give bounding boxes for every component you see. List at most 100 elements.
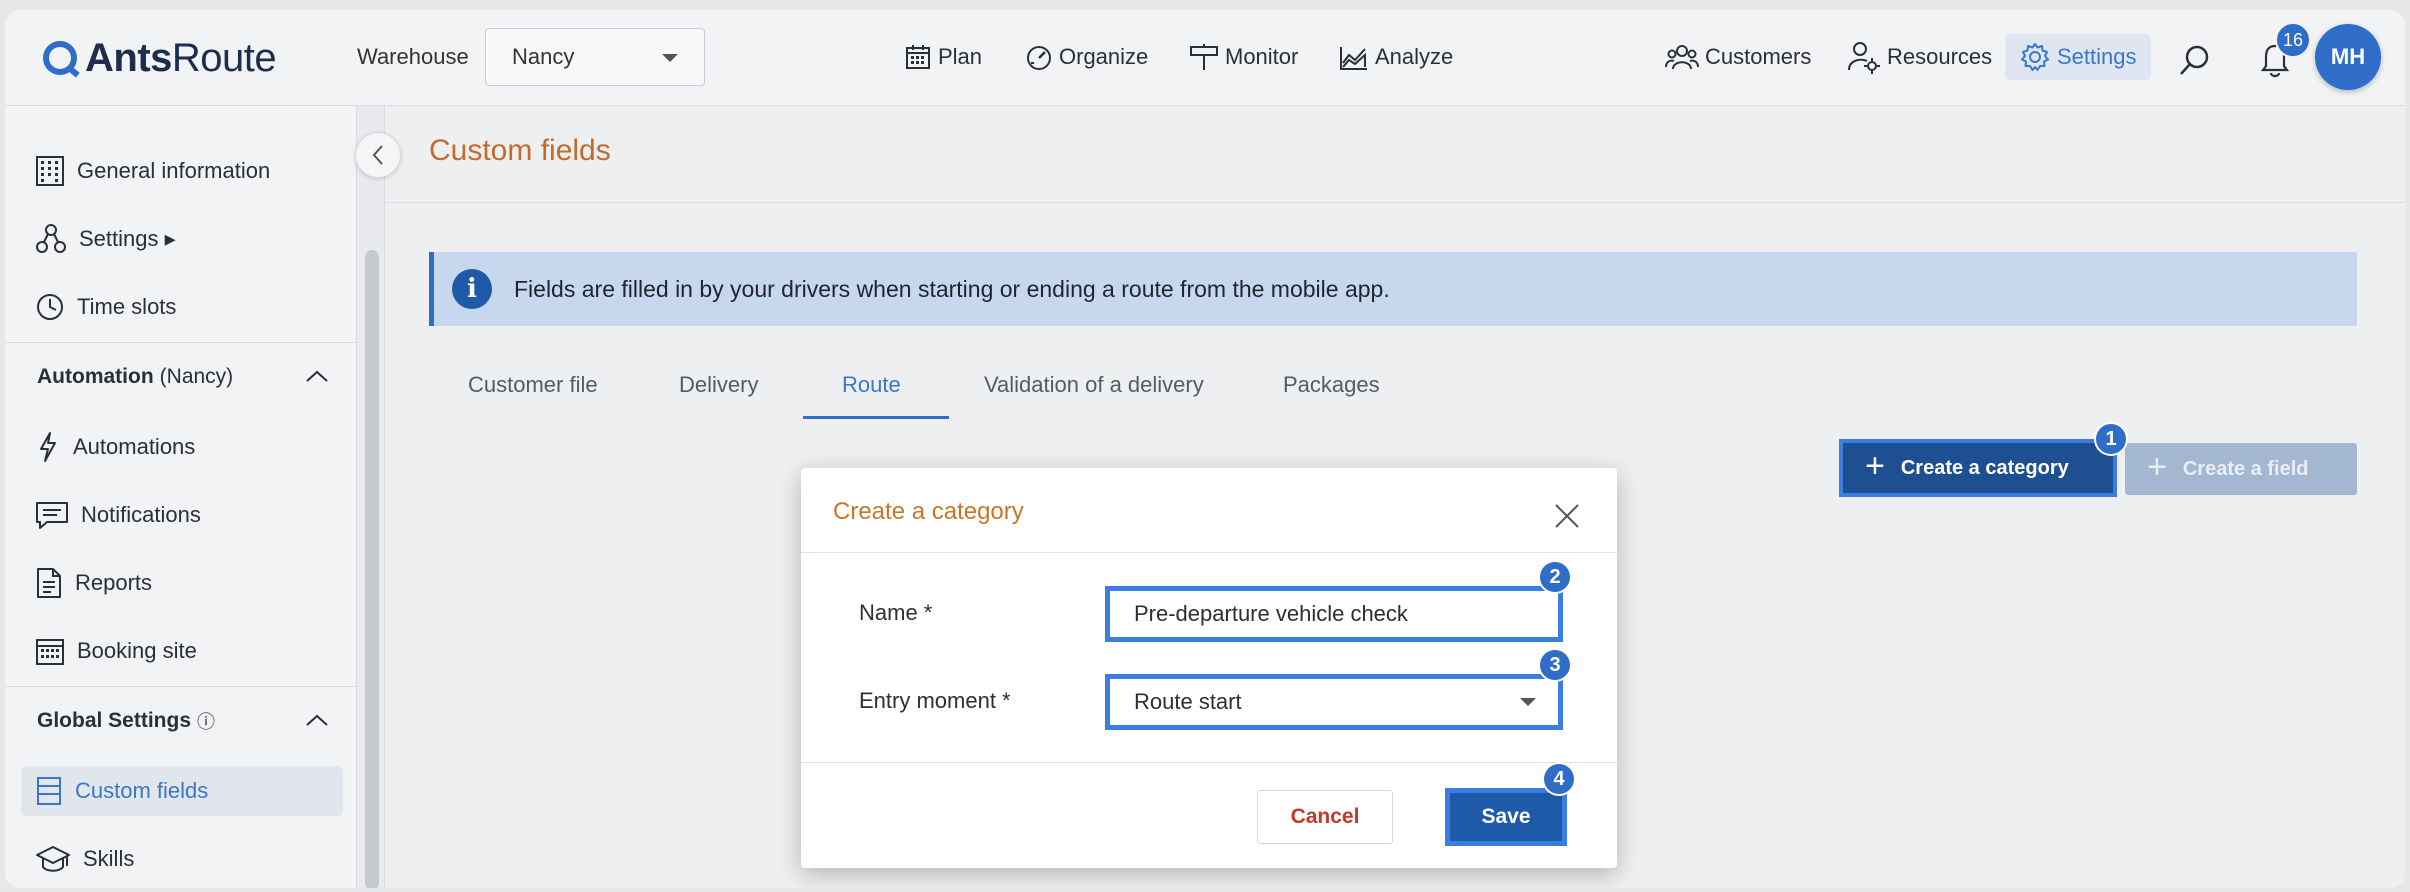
nav-resources[interactable]: Resources	[1847, 34, 1992, 80]
graduation-cap-icon	[36, 846, 70, 872]
sidebar-item-notifications[interactable]: Notifications	[35, 490, 201, 540]
notification-count-badge: 16	[2275, 22, 2311, 58]
message-icon	[36, 502, 68, 529]
step-badge-4: 4	[1542, 762, 1576, 796]
sidebar-item-automations[interactable]: Automations	[35, 422, 195, 472]
cancel-button[interactable]: Cancel	[1257, 790, 1393, 844]
tab-route[interactable]: Route	[842, 372, 901, 398]
entry-moment-value: Route start	[1134, 689, 1242, 714]
nav-organize[interactable]: Organize	[1025, 34, 1148, 80]
warehouse-select[interactable]: Nancy	[485, 28, 705, 86]
signpost-icon	[1190, 44, 1218, 70]
sidebar-item-settings[interactable]: Settings ▸	[35, 214, 176, 264]
plus-icon: +	[2147, 448, 2167, 486]
top-bar: AntsRoute Warehouse Nancy Plan Organize …	[5, 10, 2405, 106]
antsroute-logo[interactable]: AntsRoute	[43, 35, 277, 80]
active-tab-indicator	[803, 416, 949, 419]
nav-monitor-label: Monitor	[1225, 44, 1299, 69]
dialog-title: Create a category	[833, 498, 1024, 525]
sidebar-item-label: Time slots	[77, 294, 177, 319]
close-button[interactable]	[1553, 502, 1581, 535]
app-window: AntsRoute Warehouse Nancy Plan Organize …	[5, 10, 2405, 888]
document-icon	[37, 568, 61, 598]
entry-moment-label: Entry moment *	[859, 688, 1011, 713]
building-icon	[36, 156, 64, 186]
chevron-down-icon	[662, 54, 678, 62]
tab-delivery[interactable]: Delivery	[679, 372, 758, 398]
collapse-sidebar-button[interactable]	[355, 132, 401, 178]
name-input[interactable]: Pre-departure vehicle check	[1105, 586, 1563, 642]
sidebar-item-reports[interactable]: Reports	[35, 558, 152, 608]
divider	[801, 762, 1617, 763]
nav-plan-label: Plan	[938, 44, 983, 69]
gauge-icon	[1027, 46, 1051, 70]
logo-mark-icon	[43, 41, 77, 75]
scrollbar-thumb[interactable]	[365, 250, 379, 888]
name-label: Name *	[859, 600, 933, 625]
divider	[385, 202, 2405, 203]
plus-icon: +	[1865, 447, 1885, 485]
chevron-down-icon	[1520, 698, 1536, 706]
create-field-label: Create a field	[2182, 457, 2309, 480]
sidebar-scrollbar[interactable]	[357, 106, 385, 888]
tab-validation-of-a-delivery[interactable]: Validation of a delivery	[984, 372, 1204, 398]
nav-customers-label: Customers	[1705, 44, 1812, 69]
info-banner: i Fields are filled in by your drivers w…	[429, 252, 2357, 326]
create-category-label: Create a category	[1900, 456, 2069, 479]
calendar-icon	[906, 45, 930, 69]
gear-icon	[2021, 43, 2049, 71]
chevron-left-icon	[372, 145, 383, 165]
close-icon	[1555, 504, 1579, 528]
sidebar-item-skills[interactable]: Skills	[35, 834, 134, 884]
divider	[801, 552, 1617, 553]
chevron-up-icon	[306, 370, 328, 382]
list-icon	[37, 777, 61, 805]
tab-customer-file[interactable]: Customer file	[468, 372, 598, 398]
nav-customers[interactable]: Customers	[1665, 34, 1811, 80]
sidebar-item-label: General information	[77, 158, 271, 183]
page-title: Custom fields	[429, 134, 611, 167]
logo-text-light: Route	[171, 35, 277, 80]
nav-plan[interactable]: Plan	[904, 34, 982, 80]
nav-analyze-label: Analyze	[1375, 44, 1454, 69]
sidebar: General information Settings ▸ Time slot…	[5, 106, 357, 888]
nav-settings-label: Settings	[2057, 44, 2137, 69]
sidebar-item-custom-fields[interactable]: Custom fields	[21, 766, 343, 816]
tab-packages[interactable]: Packages	[1283, 372, 1380, 398]
create-category-button[interactable]: + Create a category	[1839, 439, 2117, 497]
section-suffix: (Nancy)	[159, 364, 234, 388]
sidebar-item-general-information[interactable]: General information	[35, 146, 270, 196]
bolt-icon	[40, 432, 56, 462]
sidebar-item-booking-site[interactable]: Booking site	[35, 626, 197, 676]
entry-moment-select[interactable]: Route start	[1105, 674, 1563, 730]
sidebar-item-label: Settings ▸	[79, 226, 176, 251]
logo-text-bold: Ants	[85, 35, 172, 80]
sidebar-item-label: Reports	[75, 570, 153, 595]
calendar-grid-icon	[36, 639, 64, 665]
create-field-button[interactable]: + Create a field	[2125, 443, 2357, 495]
sidebar-item-label: Skills	[83, 846, 135, 871]
search-button[interactable]	[2177, 42, 2213, 78]
create-category-dialog: Create a category Name * Pre-departure v…	[801, 468, 1617, 868]
search-icon	[2180, 45, 2209, 75]
user-gear-icon	[1848, 42, 1880, 74]
sidebar-section-automation[interactable]: Automation (Nancy)	[5, 342, 357, 410]
nav-resources-label: Resources	[1887, 44, 1993, 69]
sidebar-item-label: Custom fields	[75, 778, 209, 803]
info-icon: i	[452, 269, 492, 309]
warehouse-label: Warehouse	[357, 44, 469, 69]
section-title: Global Settings	[37, 708, 192, 732]
save-button[interactable]: Save	[1445, 788, 1567, 846]
warehouse-value: Nancy	[512, 44, 575, 69]
sidebar-section-global-settings[interactable]: Global Settings ⓘ	[5, 686, 357, 754]
info-circle-icon: ⓘ	[197, 711, 216, 732]
user-avatar[interactable]: MH	[2315, 24, 2381, 90]
sidebar-item-label: Booking site	[77, 638, 197, 663]
chevron-up-icon	[306, 714, 328, 726]
clock-icon	[37, 294, 63, 320]
nav-monitor[interactable]: Monitor	[1189, 34, 1298, 80]
nav-settings[interactable]: Settings	[2005, 34, 2151, 80]
nav-analyze[interactable]: Analyze	[1339, 34, 1453, 80]
sidebar-item-time-slots[interactable]: Time slots	[35, 282, 176, 332]
sidebar-item-label: Notifications	[81, 502, 201, 527]
